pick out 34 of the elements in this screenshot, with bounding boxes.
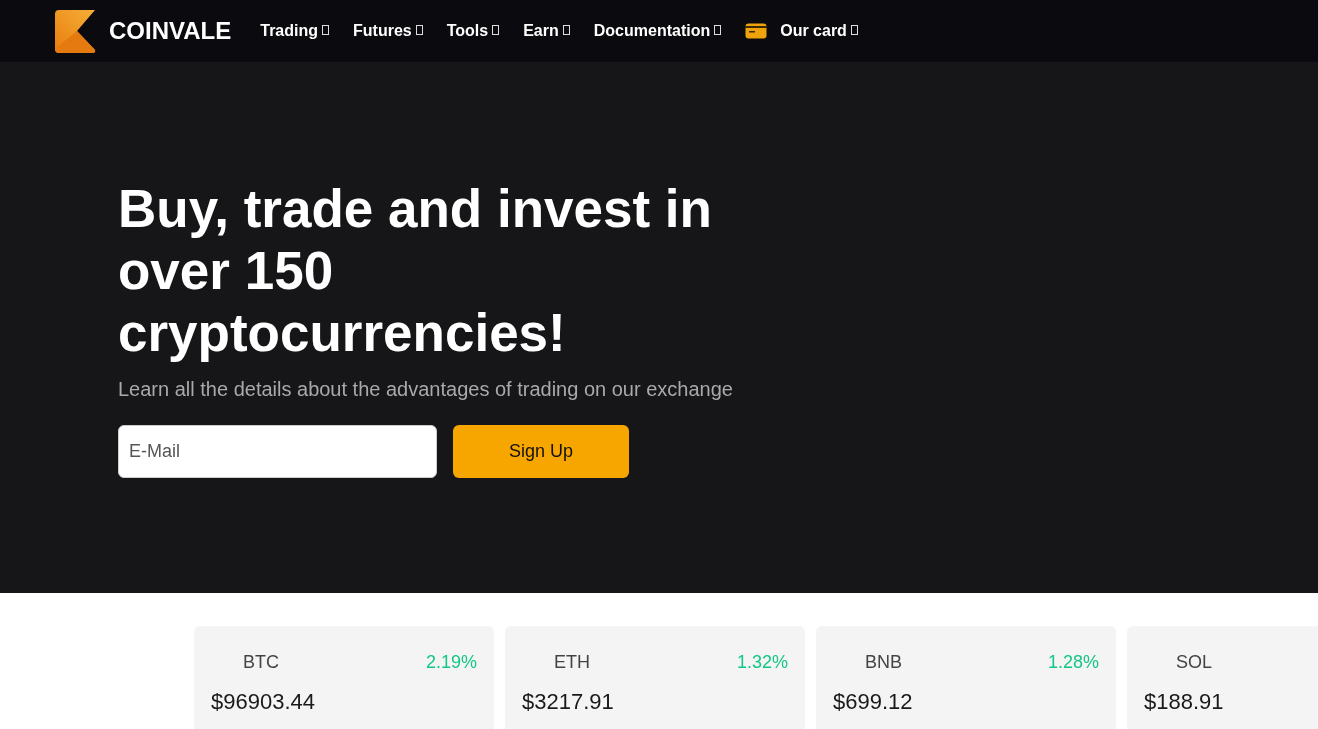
nav-link[interactable]: Futures [353, 22, 412, 40]
coin-symbol: SOL [1176, 652, 1213, 673]
ticker-card[interactable]: SOL $188.91 [1127, 626, 1318, 729]
hero-subtitle: Learn all the details about the advantages of trading on our exchange [118, 378, 734, 401]
nav-link[interactable]: Trading [260, 22, 318, 40]
sign-up-button[interactable]: Sign Up [453, 425, 629, 478]
nav-link[interactable]: Our card [780, 22, 847, 40]
missing-glyph-icon [415, 24, 423, 35]
price-change: 1.32% [736, 652, 788, 673]
brand-name: COINVALE [109, 17, 232, 45]
hero-headline: Buy, trade and invest in over 150 cryptocurrencies! [118, 178, 713, 364]
missing-glyph-icon [714, 24, 722, 35]
coin-price: $96903.44 [211, 689, 316, 715]
logo-icon [55, 9, 98, 53]
coin-symbol: BNB [865, 652, 902, 673]
coin-price: $3217.91 [522, 689, 615, 715]
ticker-card[interactable]: ETH 1.32% $3217.91 [505, 626, 805, 729]
nav-link[interactable]: Documentation [593, 22, 711, 40]
email-field[interactable]: E-Mail [118, 425, 437, 478]
missing-glyph-icon [562, 24, 570, 35]
card-icon [745, 23, 768, 39]
missing-glyph-icon [850, 24, 858, 35]
nav-link[interactable]: Earn [523, 22, 559, 40]
price-change: 1.28% [1047, 652, 1099, 673]
coin-price: $699.12 [833, 689, 914, 715]
coin-symbol: BTC [243, 652, 279, 673]
nav-link[interactable]: Tools [446, 22, 489, 40]
coin-symbol: ETH [554, 652, 590, 673]
missing-glyph-icon [492, 24, 500, 35]
ticker-card[interactable]: BNB 1.28% $699.12 [816, 626, 1116, 729]
ticker-card[interactable]: BTC 2.19% $96903.44 [194, 626, 494, 729]
price-change: 2.19% [425, 652, 477, 673]
missing-glyph-icon [322, 24, 329, 35]
coin-price: $188.91 [1144, 689, 1225, 715]
